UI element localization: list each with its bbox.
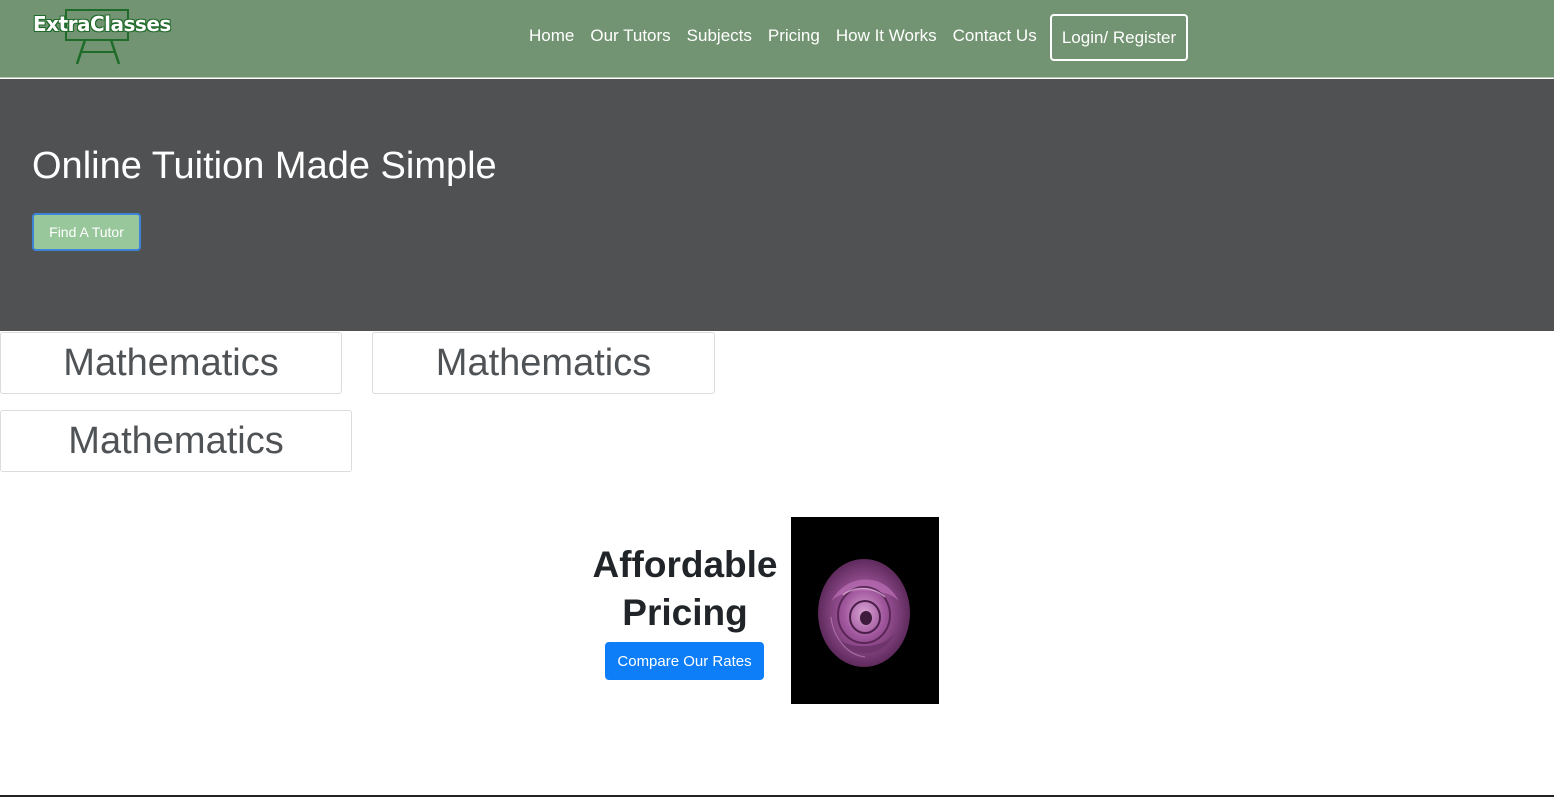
find-a-tutor-button[interactable]: Find A Tutor — [32, 213, 141, 251]
navbar: ExtraClasses Home Our Tutors Subjects Pr… — [0, 0, 1554, 78]
nav-contact-us[interactable]: Contact Us — [953, 26, 1037, 46]
subject-card[interactable]: Mathematics — [0, 332, 342, 394]
nav-how-it-works[interactable]: How It Works — [836, 26, 937, 46]
logo-text: ExtraClasses — [33, 12, 171, 36]
login-register-button[interactable]: Login/ Register — [1050, 14, 1188, 61]
compare-rates-button[interactable]: Compare Our Rates — [605, 642, 764, 680]
logo[interactable]: ExtraClasses — [33, 6, 179, 68]
subject-card[interactable]: Mathematics — [0, 410, 352, 472]
rose-icon — [818, 559, 910, 667]
hero-title: Online Tuition Made Simple — [32, 145, 497, 187]
subject-card[interactable]: Mathematics — [372, 332, 715, 394]
nav-our-tutors[interactable]: Our Tutors — [590, 26, 670, 46]
purple-rose-image — [791, 517, 939, 704]
nav-home[interactable]: Home — [529, 26, 574, 46]
main-nav: Home Our Tutors Subjects Pricing How It … — [520, 0, 1053, 72]
hero-section: Online Tuition Made Simple Find A Tutor — [0, 79, 1554, 331]
pricing-title: Affordable Pricing — [592, 544, 778, 633]
nav-subjects[interactable]: Subjects — [687, 26, 752, 46]
nav-pricing[interactable]: Pricing — [768, 26, 820, 46]
